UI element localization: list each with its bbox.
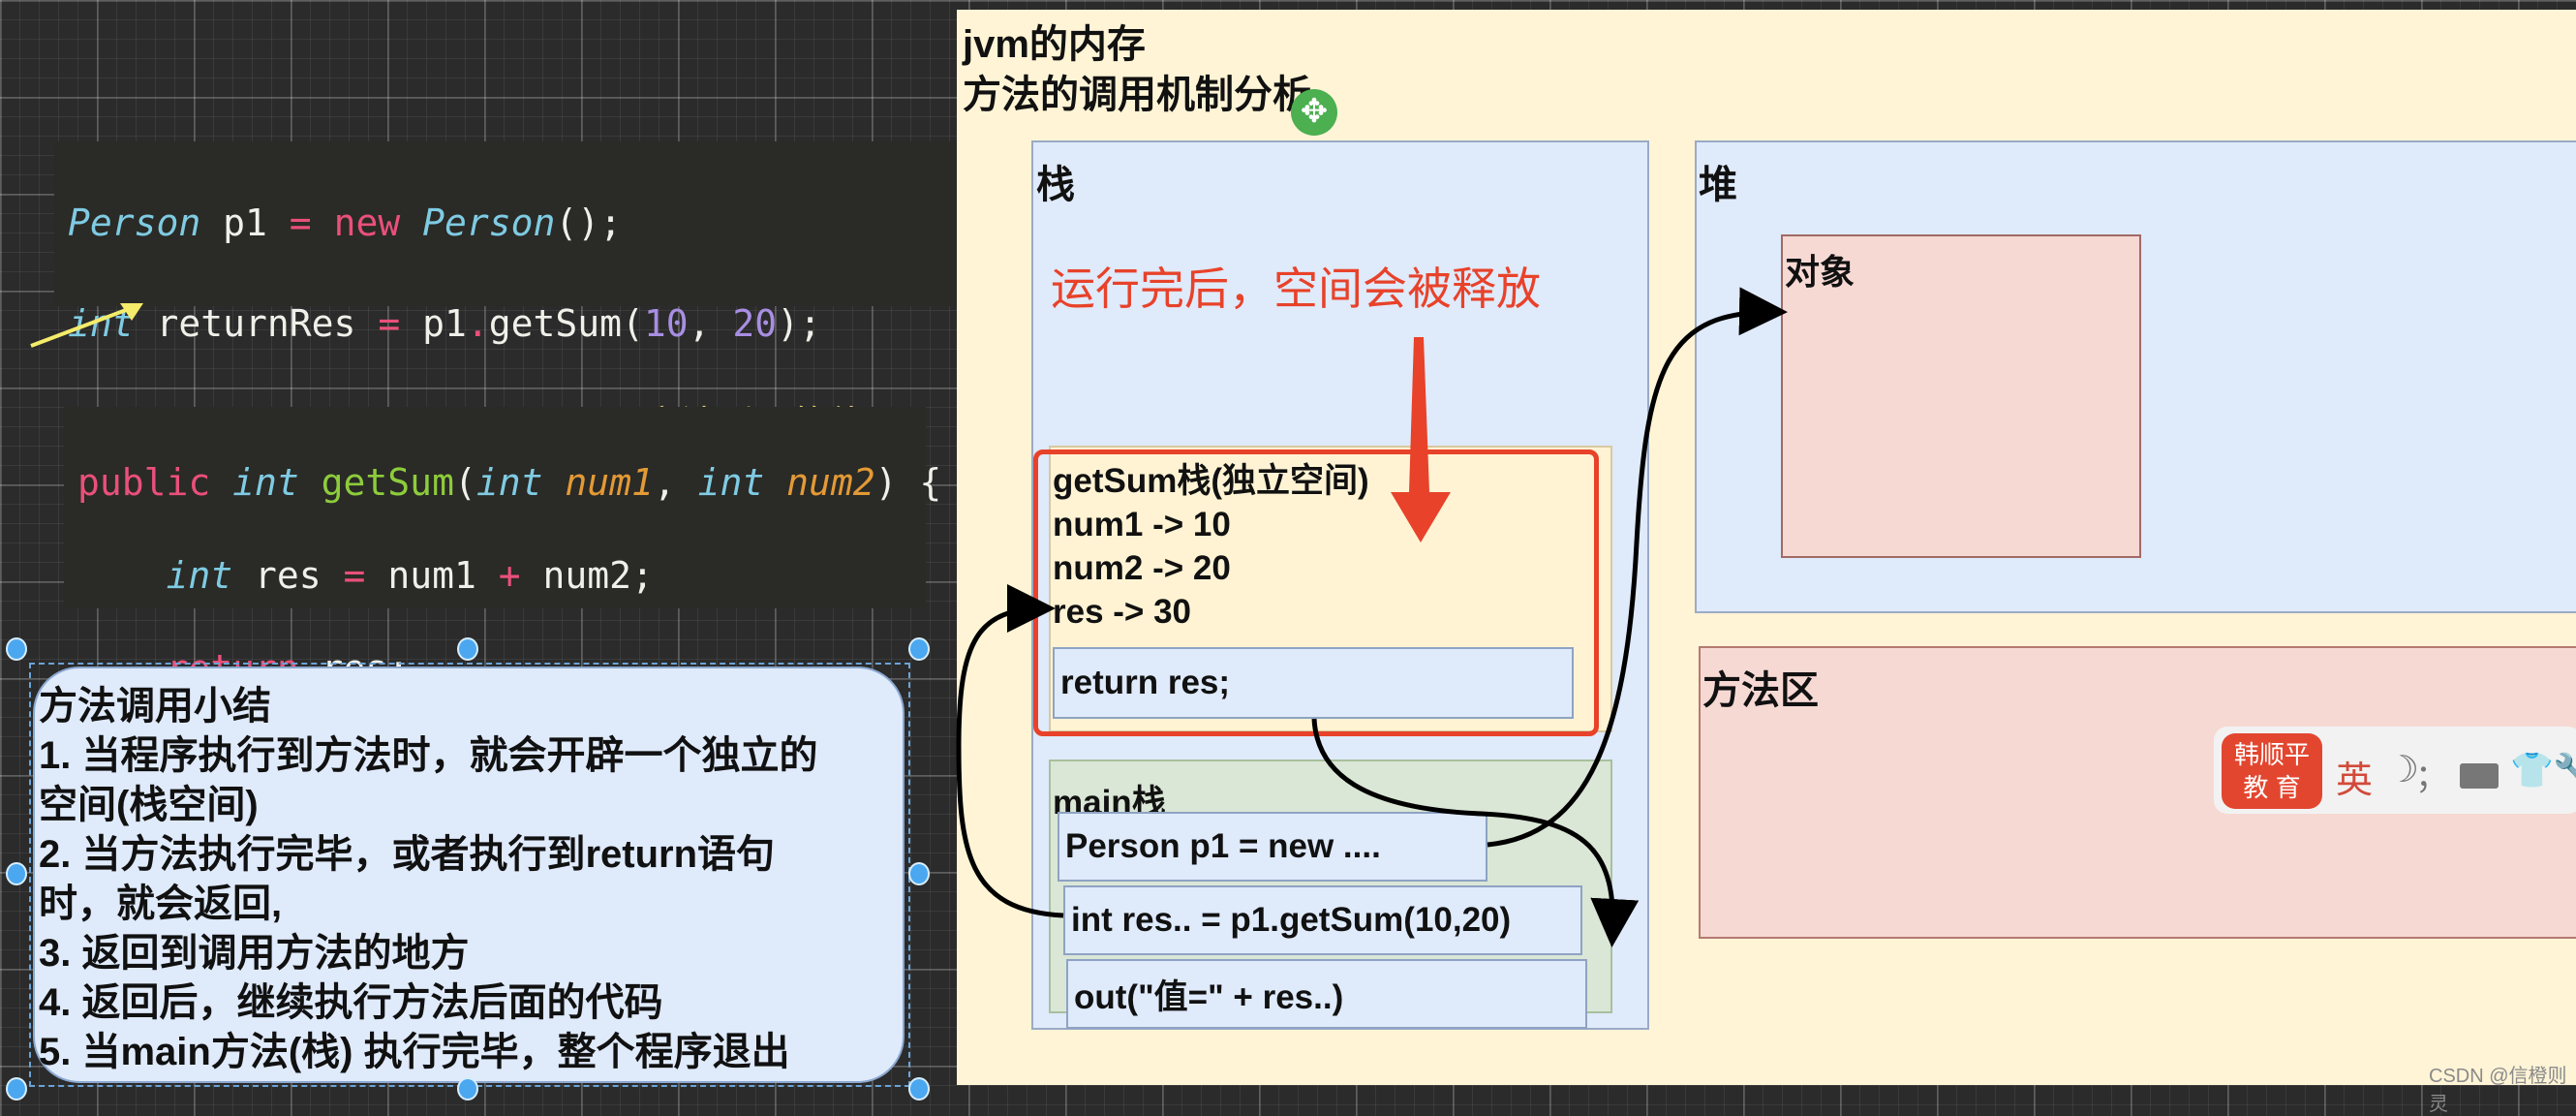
heap-label: 堆 — [1699, 164, 1737, 206]
code-token: int — [697, 461, 765, 504]
code-line: int returnRes = p1.getSum(10, 20); — [68, 298, 988, 349]
summary-item: 1. 当程序执行到方法时，就会开辟一个独立的 — [39, 734, 818, 777]
code-token: ); — [777, 302, 821, 345]
stack-label: 栈 — [1036, 164, 1075, 206]
code-token: = — [378, 302, 401, 345]
code-token: res — [232, 554, 344, 597]
code-token: getSum — [298, 461, 454, 504]
code-token: int — [77, 554, 233, 597]
code-token: returnRes — [134, 302, 379, 345]
summary-item: 空间(栈空间) — [39, 784, 259, 826]
code-token: ) { — [874, 461, 942, 504]
wrench-icon[interactable]: 🔧 — [2553, 752, 2576, 790]
keyboard-icon[interactable] — [2460, 763, 2499, 789]
skin-shirt-icon[interactable]: 👕 — [2510, 750, 2554, 790]
logo-text: 教 育 — [2243, 773, 2301, 802]
summary-item: 4. 返回后，继续执行方法后面的代码 — [39, 981, 663, 1024]
watermark: CSDN @信橙则灵 — [2429, 1066, 2567, 1115]
ime-logo[interactable]: 韩顺平 教 育 — [2222, 733, 2322, 809]
code-token: , — [653, 461, 698, 504]
resize-handle-s[interactable] — [457, 1077, 478, 1100]
code-token: public — [77, 461, 211, 504]
resize-handle-w[interactable] — [6, 862, 27, 885]
code-token: p1 — [200, 202, 290, 244]
code-token: 10 — [643, 302, 689, 345]
diagram-title: jvm的内存 方法的调用机制分析 — [963, 19, 1311, 120]
ime-punct-toggle[interactable]: ； — [2415, 750, 2448, 797]
code-token: . — [466, 302, 489, 345]
code-token: new — [311, 202, 423, 244]
title-line: jvm的内存 — [963, 23, 1146, 66]
code-token: = — [289, 202, 312, 244]
code-token: int — [475, 461, 543, 504]
summary-box[interactable]: 方法调用小结 1. 当程序执行到方法时，就会开辟一个独立的 空间(栈空间) 2.… — [33, 666, 905, 1083]
logo-text: 韩顺平 — [2233, 740, 2310, 769]
code-snippet-caller: Person p1 = new Person(); int returnRes … — [54, 141, 1001, 446]
code-snippet-method: public int getSum(int num1, int num2) { … — [64, 407, 941, 783]
move-cursor-icon: ✥ — [1291, 89, 1337, 136]
code-line: public int getSum(int num1, int num2) { — [77, 459, 941, 506]
resize-handle-nw[interactable] — [6, 637, 27, 661]
code-token: getSum( — [488, 302, 644, 345]
code-token: num2; — [520, 554, 654, 597]
resize-handle-n[interactable] — [457, 637, 478, 661]
code-token: ( — [453, 461, 476, 504]
code-token: , — [688, 302, 733, 345]
moon-icon[interactable]: ☽ — [2386, 748, 2419, 791]
summary-item: 时，就会返回, — [39, 883, 283, 925]
resize-handle-se[interactable] — [908, 1077, 930, 1100]
pointer-arrow-icon — [30, 303, 143, 348]
summary-item: 5. 当main方法(栈) 执行完毕，整个程序退出 — [39, 1031, 790, 1073]
title-line: 方法的调用机制分析 — [963, 74, 1311, 116]
code-line: int res = num1 + num2; — [77, 552, 912, 599]
code-token: Person — [422, 202, 556, 244]
code-token: num2 — [764, 461, 875, 504]
ime-lang-toggle[interactable]: 英 — [2336, 750, 2373, 803]
main-stmt-cell[interactable]: int res.. = p1.getSum(10,20) — [1063, 885, 1582, 955]
release-note: 运行完后，空间会被释放 — [1051, 264, 1541, 314]
summary-title: 方法调用小结 — [39, 685, 271, 728]
code-token: Person — [68, 202, 201, 244]
resize-handle-sw[interactable] — [6, 1077, 27, 1100]
code-token: num1 — [365, 554, 499, 597]
code-token: int — [210, 461, 299, 504]
summary-item: 3. 返回到调用方法的地方 — [39, 932, 470, 975]
resize-handle-ne[interactable] — [908, 637, 930, 661]
code-token: 20 — [732, 302, 778, 345]
method-area-label: 方法区 — [1702, 669, 1819, 712]
object-label: 对象 — [1785, 252, 1855, 292]
code-token: + — [498, 554, 521, 597]
code-line: Person p1 = new Person(); — [68, 198, 988, 248]
code-token: num1 — [542, 461, 654, 504]
code-token: p1 — [400, 302, 467, 345]
main-stmt-cell[interactable]: Person p1 = new .... — [1058, 812, 1487, 882]
resize-handle-e[interactable] — [908, 862, 930, 885]
main-stmt-cell[interactable]: out("值=" + res..) — [1066, 959, 1587, 1029]
code-token: (); — [555, 202, 622, 244]
code-token: = — [343, 554, 366, 597]
highlight-box — [1033, 450, 1599, 736]
summary-item: 2. 当方法执行完毕，或者执行到return语句 — [39, 833, 776, 876]
